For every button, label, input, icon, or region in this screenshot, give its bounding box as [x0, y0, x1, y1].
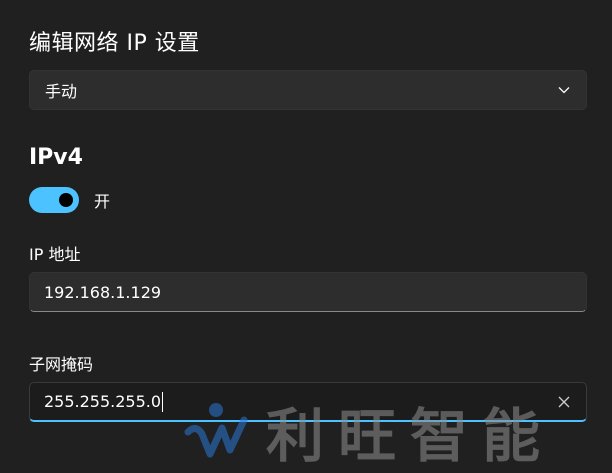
ip-address-value: 192.168.1.129 [44, 282, 162, 302]
subnet-mask-label: 子网掩码 [29, 355, 94, 374]
ipv4-toggle[interactable] [29, 187, 79, 213]
ipv4-heading: IPv4 [29, 145, 83, 170]
ipv4-toggle-row: 开 [29, 187, 110, 213]
ipv4-toggle-label: 开 [94, 192, 111, 211]
ip-mode-value: 手动 [45, 82, 78, 101]
toggle-knob [59, 193, 73, 207]
watermark-logo-icon [182, 398, 262, 464]
chevron-down-icon [558, 86, 570, 94]
text-caret [162, 391, 164, 412]
watermark-text: 利旺智能 [266, 401, 555, 470]
watermark: 利旺智能 [182, 398, 612, 470]
ip-address-field[interactable]: 192.168.1.129 [29, 272, 587, 312]
ip-mode-dropdown[interactable]: 手动 [29, 70, 587, 110]
ip-address-label: IP 地址 [29, 245, 81, 264]
dialog-title: 编辑网络 IP 设置 [29, 31, 200, 56]
subnet-mask-value: 255.255.255.0 [44, 392, 162, 411]
